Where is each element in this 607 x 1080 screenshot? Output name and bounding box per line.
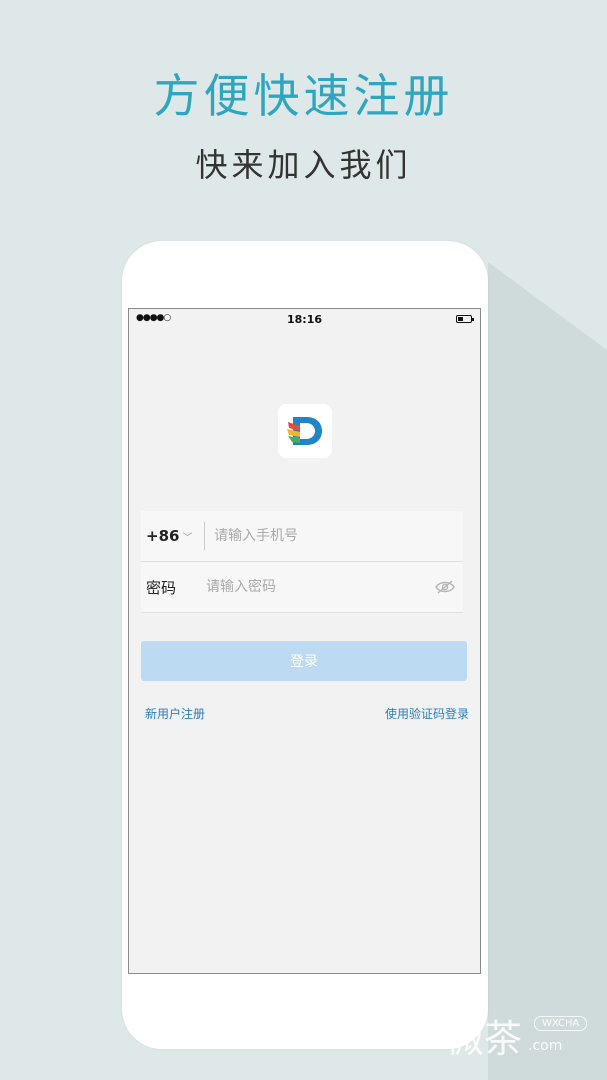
country-code-value: +86 <box>146 527 180 545</box>
battery-icon <box>456 315 474 323</box>
watermark-tag: WXCHA <box>534 1016 588 1031</box>
app-logo-d-icon <box>278 404 332 458</box>
chevron-down-icon: ﹀ <box>182 532 193 544</box>
promo-headline: 方便快速注册 <box>153 69 454 123</box>
field-divider <box>204 522 205 550</box>
phone-row: +86 ﹀ <box>141 511 463 562</box>
status-bar: ●●●●○ 18:16 <box>129 309 480 331</box>
status-time: 18:16 <box>286 313 322 326</box>
watermark-url: .com <box>528 1038 563 1054</box>
phone-input[interactable] <box>214 528 434 544</box>
phone-screen: ●●●●○ 18:16 +86 ﹀ 密码 <box>128 308 481 974</box>
password-label: 密码 <box>146 578 177 597</box>
password-input[interactable] <box>206 579 426 595</box>
register-link[interactable]: 新用户注册 <box>145 705 205 722</box>
eye-hidden-icon[interactable] <box>435 579 455 595</box>
login-button[interactable]: 登录 <box>141 641 467 681</box>
promo-subhead: 快来加入我们 <box>195 146 412 184</box>
country-code-select[interactable]: +86 ﹀ <box>141 527 204 545</box>
watermark-text: 微茶 <box>446 1017 523 1061</box>
password-row: 密码 <box>141 562 463 613</box>
sms-login-link[interactable]: 使用验证码登录 <box>385 705 469 722</box>
login-form: +86 ﹀ 密码 <box>141 511 463 613</box>
